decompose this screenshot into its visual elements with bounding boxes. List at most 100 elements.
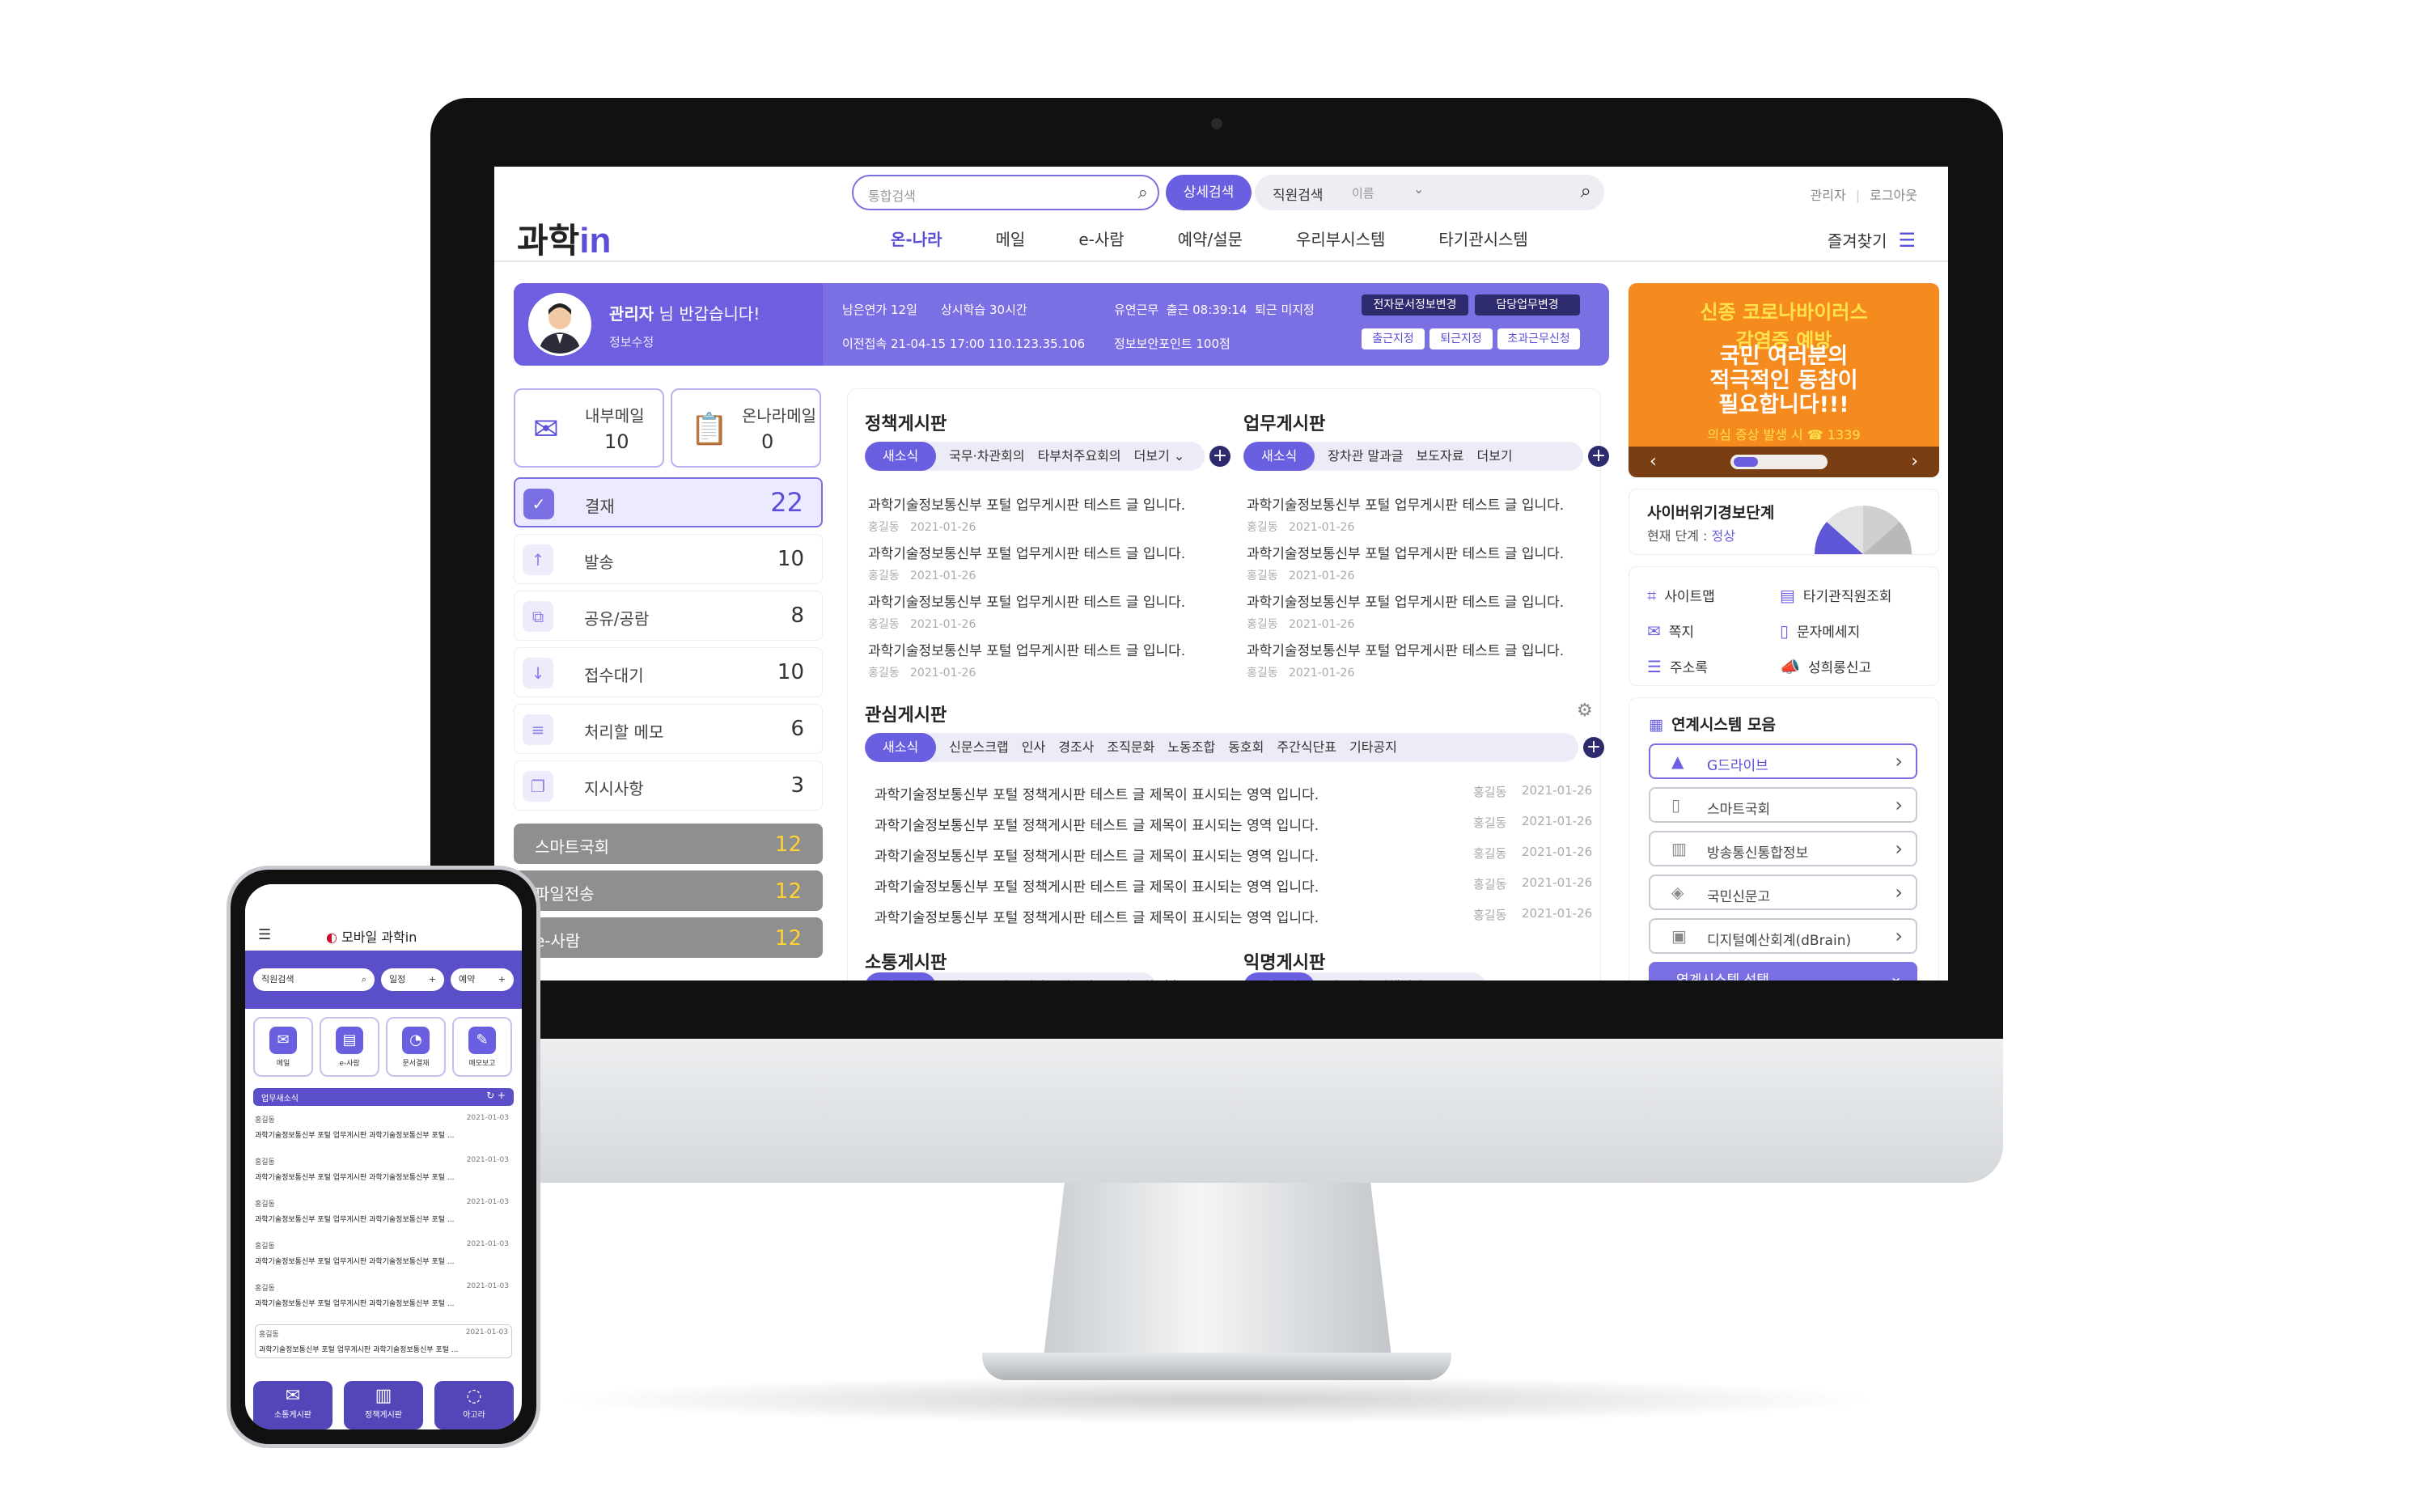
- policy-post[interactable]: 과학기술정보통신부 포털 업무게시판 테스트 글 입니다. 홍길동 2021-01…: [868, 493, 1224, 535]
- work-add-icon[interactable]: +: [1588, 446, 1609, 467]
- policy-post[interactable]: 과학기술정보통신부 포털 업무게시판 테스트 글 입니다. 홍길동 2021-01…: [868, 591, 1224, 632]
- tab-union[interactable]: 노동조합: [1167, 733, 1215, 762]
- internal-mail-card[interactable]: ✉ 내부메일 10: [514, 388, 664, 468]
- interest-post[interactable]: 과학기술정보통신부 포털 정책게시판 테스트 글 제목이 표시되는 영역 입니다…: [875, 845, 1603, 865]
- search-icon[interactable]: ⌕: [1138, 183, 1148, 203]
- onnara-mail-card[interactable]: 📋 온나라메일 0: [671, 388, 821, 468]
- quick-item[interactable]: 📣 성희롱신고: [1780, 656, 1871, 676]
- linked-item[interactable]: ▯ 스마트국회 ›: [1649, 787, 1917, 823]
- tab-club[interactable]: 동호회: [1228, 733, 1264, 762]
- tab-agora[interactable]: 아고라: [1328, 972, 1363, 980]
- share-row[interactable]: ⧉ 공유/공람 8: [514, 591, 823, 641]
- mobile-reserve-button[interactable]: 예약 +: [451, 968, 514, 991]
- mobile-esaram-button[interactable]: ▤ e-사람: [320, 1017, 379, 1077]
- mobile-news-item[interactable]: 홍길동 2021-01-03 과학기술정보통신부 포털 업무게시판 과학기술정보통신…: [255, 1198, 512, 1224]
- work-post[interactable]: 과학기술정보통신부 포털 업무게시판 테스트 글 입니다. 홍길동 2021-01…: [1247, 639, 1603, 680]
- tab-more[interactable]: 더보기 ⌄: [1134, 442, 1185, 471]
- nav-item-mail[interactable]: 메일: [996, 227, 1026, 250]
- linked-item[interactable]: ▥ 방송통신통합정보 ›: [1649, 831, 1917, 866]
- tab-personnel[interactable]: 인사: [1022, 972, 1045, 980]
- receive-row[interactable]: ↓ 접수대기 10: [514, 647, 823, 697]
- tab-news[interactable]: 새소식: [1243, 972, 1315, 980]
- system-row[interactable]: 스마트국회 12: [514, 824, 823, 864]
- covid-banner[interactable]: 신종 코로나바이러스 감염증 예방 국민 여러분의 적극적인 동참이 필요합니다!!!…: [1629, 283, 1939, 477]
- tab-other-ministry[interactable]: 타부처주요회의: [1038, 442, 1121, 471]
- nav-item-reservation[interactable]: 예약/설문: [1178, 227, 1243, 250]
- staff-search-select[interactable]: 이름: [1352, 184, 1374, 201]
- tab-clipping[interactable]: 신문스크랩: [949, 733, 1009, 762]
- quick-item[interactable]: ▯ 문자메세지: [1780, 620, 1860, 641]
- tab-more[interactable]: 더보기: [1476, 442, 1512, 471]
- system-row[interactable]: 파일전송 12: [514, 870, 823, 911]
- tab-culture[interactable]: 조직문화: [1107, 733, 1154, 762]
- mobile-search-input[interactable]: 직원검색 ⌕: [253, 968, 375, 991]
- mobile-news-item[interactable]: 홍길동 2021-01-03 과학기술정보통신부 포털 업무게시판 과학기술정보통신…: [255, 1324, 512, 1358]
- linked-item[interactable]: ◈ 국민신문고 ›: [1649, 875, 1917, 910]
- nav-item-onnara[interactable]: 온-나라: [891, 227, 942, 250]
- linked-item[interactable]: ▣ 디지털예산회계(dBrain) ›: [1649, 918, 1917, 954]
- tab-notice[interactable]: 기타공지: [1349, 733, 1397, 762]
- favorites-menu[interactable]: 즐겨찾기 ☰: [1828, 228, 1916, 252]
- interest-post[interactable]: 과학기술정보통신부 포털 정책게시판 테스트 글 제목이 표시되는 영역 입니다…: [875, 875, 1603, 896]
- approval-row[interactable]: ✓ 결재 22: [514, 477, 823, 527]
- linked-select[interactable]: 연계시스템 선택 ⌄: [1649, 962, 1917, 980]
- edit-profile-link[interactable]: 정보수정: [609, 333, 654, 350]
- gear-icon[interactable]: ⚙: [1577, 701, 1593, 721]
- logo[interactable]: 과학in: [517, 214, 611, 263]
- mobile-approval-button[interactable]: ◔ 문서결재: [386, 1017, 446, 1077]
- mobile-schedule-button[interactable]: 일정 +: [381, 968, 444, 991]
- nav-item-esaram[interactable]: e-사람: [1078, 227, 1124, 250]
- policy-post[interactable]: 과학기술정보통신부 포털 업무게시판 테스트 글 입니다. 홍길동 2021-01…: [868, 639, 1224, 680]
- tab-news[interactable]: 새소식: [1243, 442, 1315, 471]
- tab-cabinet[interactable]: 국무·차관회의: [949, 442, 1024, 471]
- quick-item[interactable]: ⌗ 사이트맵: [1647, 585, 1715, 605]
- quick-item[interactable]: ☰ 주소록: [1647, 656, 1708, 676]
- mobile-memo-button[interactable]: ✎ 메모보고: [452, 1017, 512, 1077]
- checkout-button[interactable]: 퇴근지정: [1430, 328, 1493, 349]
- tab-press[interactable]: 보도자료: [1417, 442, 1464, 471]
- mobile-news-item[interactable]: 홍길동 2021-01-03 과학기술정보통신부 포털 업무게시판 과학기술정보통신…: [255, 1156, 512, 1182]
- linked-item[interactable]: ▲ G드라이브 ›: [1649, 743, 1917, 779]
- chevron-down-icon[interactable]: ⌄: [1413, 181, 1424, 197]
- menu-icon[interactable]: ☰: [1898, 229, 1916, 252]
- quick-item[interactable]: ✉ 쪽지: [1647, 620, 1694, 641]
- mobile-news-item[interactable]: 홍길동 2021-01-03 과학기술정보통신부 포털 업무게시판 과학기술정보통신…: [255, 1282, 512, 1308]
- search-input[interactable]: 통합검색 ⌕: [852, 175, 1159, 210]
- quick-item[interactable]: ▤ 타기관직원조회: [1780, 585, 1891, 605]
- policy-add-icon[interactable]: +: [1209, 446, 1230, 467]
- menu-icon[interactable]: ☰: [258, 926, 271, 943]
- search-icon[interactable]: ⌕: [1581, 180, 1591, 202]
- memo-row[interactable]: ≡ 처리할 메모 6: [514, 704, 823, 754]
- checkin-button[interactable]: 출근지정: [1362, 328, 1425, 349]
- policy-post[interactable]: 과학기술정보통신부 포털 업무게시판 테스트 글 입니다. 홍길동 2021-01…: [868, 542, 1224, 583]
- overtime-button[interactable]: 초과근무신청: [1497, 328, 1580, 349]
- tab-culture[interactable]: 조직문화: [1107, 972, 1154, 980]
- logout-link[interactable]: 로그아웃: [1846, 188, 1917, 203]
- interest-post[interactable]: 과학기술정보통신부 포털 정책게시판 테스트 글 제목이 표시되는 영역 입니다…: [875, 783, 1603, 803]
- tab-news[interactable]: 새소식: [865, 733, 937, 762]
- staff-search-field[interactable]: 직원검색 이름 ⌄ ⌕: [1255, 175, 1604, 210]
- interest-post[interactable]: 과학기술정보통신부 포털 정책게시판 테스트 글 제목이 표시되는 영역 입니다…: [875, 814, 1603, 834]
- interest-add-icon[interactable]: +: [1583, 737, 1604, 758]
- duty-change-button[interactable]: 담당업무변경: [1475, 294, 1580, 316]
- tab-events[interactable]: 경조사: [1058, 972, 1094, 980]
- system-row[interactable]: e-사람 12: [514, 917, 823, 958]
- tab-speeches[interactable]: 장차관 말과글: [1328, 442, 1403, 471]
- admin-link[interactable]: 관리자: [1811, 188, 1846, 203]
- tab-events[interactable]: 경조사: [1058, 733, 1094, 762]
- tab-menu[interactable]: 주간식단표: [1277, 733, 1336, 762]
- instruction-row[interactable]: ❐ 지시사항 3: [514, 760, 823, 811]
- mobile-policy-button[interactable]: ▥ 정책게시판: [344, 1381, 423, 1429]
- chevron-right-icon[interactable]: ›: [1911, 451, 1918, 472]
- chevron-left-icon[interactable]: ‹: [1650, 451, 1657, 472]
- tab-personnel[interactable]: 인사: [1022, 733, 1045, 762]
- tab-news[interactable]: 새소식: [865, 442, 937, 471]
- work-post[interactable]: 과학기술정보통신부 포털 업무게시판 테스트 글 입니다. 홍길동 2021-01…: [1247, 542, 1603, 583]
- mobile-news-item[interactable]: 홍길동 2021-01-03 과학기술정보통신부 포털 업무게시판 과학기술정보통신…: [255, 1114, 512, 1140]
- send-row[interactable]: ↑ 발송 10: [514, 534, 823, 584]
- nav-item-external[interactable]: 타기관시스템: [1438, 227, 1527, 250]
- doc-info-button[interactable]: 전자문서정보변경: [1362, 294, 1468, 316]
- interest-post[interactable]: 과학기술정보통신부 포털 정책게시판 테스트 글 제목이 표시되는 영역 입니다…: [875, 906, 1603, 926]
- mobile-comm-button[interactable]: ✉ 소통게시판: [253, 1381, 332, 1429]
- tab-news[interactable]: 새소식: [865, 972, 937, 980]
